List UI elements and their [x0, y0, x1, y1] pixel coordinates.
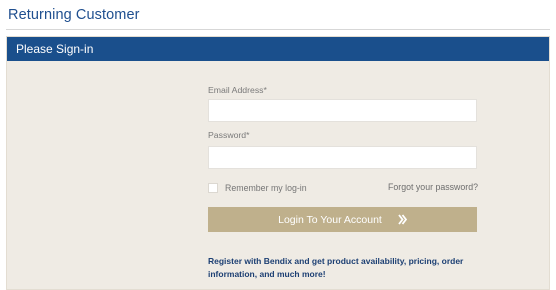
- panel-header: Please Sign-in: [7, 37, 549, 61]
- remember-me[interactable]: Remember my log-in: [208, 182, 307, 194]
- section-title: Returning Customer: [8, 7, 140, 23]
- register-promo: Register with Bendix and get product ava…: [208, 256, 464, 279]
- password-label: Password*: [208, 130, 250, 140]
- email-label: Email Address*: [208, 85, 267, 95]
- login-button-label: Login To Your Account: [278, 213, 382, 226]
- sign-in-panel: Please Sign-in Email Address* Password* …: [6, 36, 550, 290]
- password-field[interactable]: [208, 146, 477, 169]
- title-divider: [6, 29, 550, 30]
- double-chevron-right-icon: [398, 214, 407, 225]
- email-field[interactable]: [208, 99, 477, 122]
- forgot-password-link[interactable]: Forgot your password?: [388, 182, 478, 192]
- login-button[interactable]: Login To Your Account: [208, 207, 477, 232]
- remember-label: Remember my log-in: [225, 183, 307, 193]
- remember-checkbox[interactable]: [208, 183, 218, 193]
